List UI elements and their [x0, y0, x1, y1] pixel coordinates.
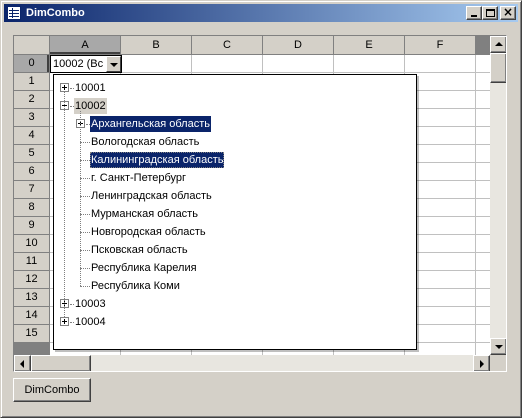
horizontal-scroll-thumb[interactable]: [31, 355, 91, 371]
tree-root-item[interactable]: 10004: [60, 313, 400, 331]
row-header[interactable]: 14: [14, 307, 50, 325]
tree-item[interactable]: г. Санкт-Петербург: [60, 169, 400, 187]
maximize-icon: [486, 9, 495, 17]
column-header[interactable]: C: [192, 36, 263, 55]
arrow-left-icon: [20, 360, 24, 368]
caption-buttons: ×: [466, 5, 516, 20]
column-header[interactable]: B: [121, 36, 192, 55]
close-icon: ×: [502, 5, 514, 19]
minimize-icon: [471, 15, 477, 17]
tree-connector: [80, 111, 81, 286]
tree-item[interactable]: Псковская область: [60, 241, 400, 259]
tree-item[interactable]: Республика Коми: [60, 277, 400, 295]
tree-item-label: 10003: [75, 298, 106, 310]
tree-item-label: Псковская область: [91, 244, 188, 256]
tree-connector: [80, 160, 90, 161]
row-header[interactable]: 0: [14, 55, 50, 73]
tree-dropdown[interactable]: 10001 10002 Архангельская область Вологодск…: [53, 74, 417, 350]
row-header[interactable]: 11: [14, 253, 50, 271]
grid-corner[interactable]: [14, 36, 50, 55]
tree-item-label: Республика Карелия: [91, 262, 197, 274]
row-header[interactable]: 5: [14, 145, 50, 163]
row-header[interactable]: 15: [14, 325, 50, 343]
scroll-left-button[interactable]: [14, 355, 31, 371]
scroll-up-button[interactable]: [490, 36, 506, 53]
tree-item[interactable]: Ленинградская область: [60, 187, 400, 205]
tree-item-label: Республика Коми: [91, 280, 180, 292]
horizontal-scrollbar[interactable]: [14, 355, 490, 371]
row-header[interactable]: 2: [14, 91, 50, 109]
title-bar[interactable]: DimCombo ×: [4, 4, 518, 22]
tree-item[interactable]: Республика Карелия: [60, 259, 400, 277]
tree-item[interactable]: Вологодская область: [60, 133, 400, 151]
tree-item-label: Вологодская область: [91, 136, 200, 148]
column-header-row: ABCDEF: [14, 36, 476, 55]
column-header[interactable]: A: [50, 36, 121, 55]
row-header[interactable]: 3: [14, 109, 50, 127]
expand-plus-icon[interactable]: [60, 83, 69, 92]
app-window-icon[interactable]: [7, 6, 21, 20]
dimcombo-button[interactable]: DimCombo: [13, 378, 91, 402]
tree-item-label: 10002: [74, 98, 107, 114]
tree-connector: [80, 286, 90, 287]
combo-value: 10002 (Вс: [53, 58, 103, 70]
row-header[interactable]: 4: [14, 127, 50, 145]
tree-root-item[interactable]: 10001: [60, 79, 400, 97]
row-header-column: 0 1 2 3 4 5 6 7 8 9 10 11 12 13 14 15: [14, 55, 50, 343]
column-header[interactable]: E: [334, 36, 405, 55]
tree-item[interactable]: Новгородская область: [60, 223, 400, 241]
tree-item-label: 10004: [75, 316, 106, 328]
row-header[interactable]: 13: [14, 289, 50, 307]
tree-item-label: Архангельская область: [90, 116, 211, 132]
column-header[interactable]: F: [405, 36, 476, 55]
row-header[interactable]: 10: [14, 235, 50, 253]
tree-connector: [80, 196, 90, 197]
tree-item-label: Ленинградская область: [91, 190, 212, 202]
dimension-combo[interactable]: 10002 (Вс: [50, 55, 122, 73]
tree-item[interactable]: Калининградская область: [60, 151, 400, 169]
row-header[interactable]: 6: [14, 163, 50, 181]
tree-item-label: Калининградская область: [90, 152, 225, 168]
tree-connector: [80, 250, 90, 251]
column-header[interactable]: D: [263, 36, 334, 55]
arrow-down-icon: [495, 345, 503, 349]
tree-item-label: Мурманская область: [91, 208, 198, 220]
arrow-right-icon: [480, 360, 484, 368]
vertical-scrollbar[interactable]: [490, 36, 506, 355]
minimize-button[interactable]: [466, 6, 482, 20]
row-header[interactable]: 1: [14, 73, 50, 91]
tree-item-label: Новгородская область: [91, 226, 206, 238]
main-window: DimCombo × ABCDEF 0 1 2 3 4 5 6 7 8 9 10 11 12 13 14 15…: [0, 0, 522, 418]
scrollbar-corner: [490, 355, 506, 371]
tree-item[interactable]: Архангельская область: [60, 115, 400, 133]
tree-connector: [80, 232, 90, 233]
row-header[interactable]: 9: [14, 217, 50, 235]
tree-connector: [80, 268, 90, 269]
expand-plus-icon[interactable]: [60, 317, 69, 326]
close-button[interactable]: ×: [500, 5, 516, 20]
scroll-down-button[interactable]: [490, 338, 506, 355]
tree-connector: [64, 92, 65, 317]
maximize-button[interactable]: [482, 6, 498, 20]
row-header[interactable]: 7: [14, 181, 50, 199]
tree-item[interactable]: Мурманская область: [60, 205, 400, 223]
tree-connector: [80, 178, 90, 179]
chevron-down-icon: [110, 63, 118, 67]
tree-connector: [80, 142, 90, 143]
window-title: DimCombo: [26, 7, 85, 19]
scroll-right-button[interactable]: [473, 355, 490, 371]
row-header[interactable]: 12: [14, 271, 50, 289]
tree-connector: [80, 214, 90, 215]
vertical-scroll-thumb[interactable]: [490, 53, 506, 83]
tree-item-label: 10001: [75, 82, 106, 94]
tree-root-item[interactable]: 10002: [60, 97, 400, 115]
arrow-up-icon: [495, 42, 503, 46]
tree-item-label: г. Санкт-Петербург: [91, 172, 187, 184]
combo-dropdown-button[interactable]: [106, 56, 121, 72]
row-header[interactable]: 8: [14, 199, 50, 217]
tree-root-item[interactable]: 10003: [60, 295, 400, 313]
